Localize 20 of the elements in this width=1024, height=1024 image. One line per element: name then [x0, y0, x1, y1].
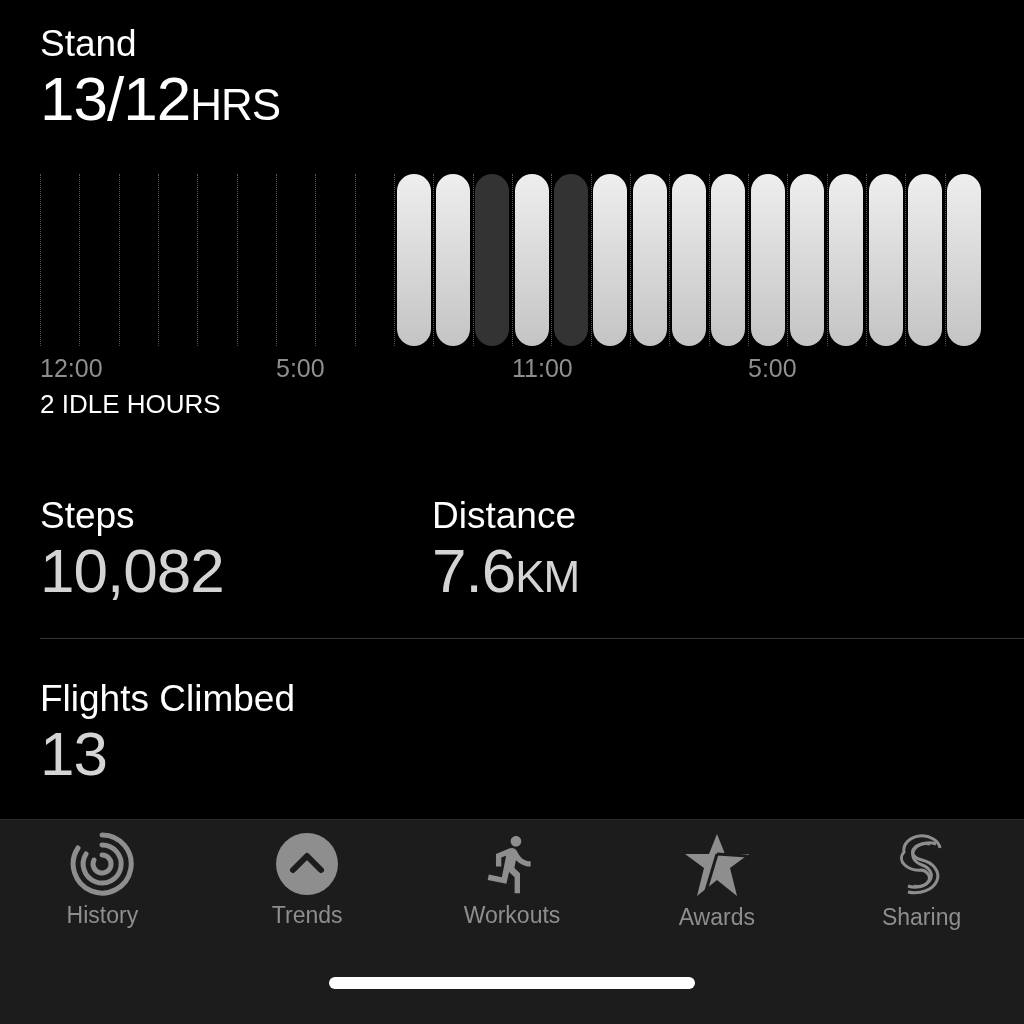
- flights-title: Flights Climbed: [40, 677, 296, 721]
- tab-bar-item[interactable]: Trends: [227, 832, 388, 931]
- tab-bar-item[interactable]: Workouts: [432, 832, 592, 931]
- idle-hours-note: 2 IDLE HOURS: [40, 389, 222, 420]
- time-label: 11:00: [512, 354, 573, 383]
- metric-title: Distance: [432, 494, 577, 538]
- chevron-up-icon: [275, 832, 340, 896]
- time-label: 5:00: [748, 354, 797, 383]
- stand-title: Stand: [40, 22, 138, 66]
- metric-value: 10,082: [40, 538, 225, 604]
- metric-title: Steps: [40, 494, 136, 538]
- tab-bar-item[interactable]: Awards: [636, 832, 797, 931]
- flights-value: 13: [40, 721, 108, 787]
- metric-value: 7.6KM: [432, 538, 581, 607]
- time-label: 12:00: [40, 354, 103, 383]
- tab-bar-item[interactable]: History: [22, 832, 183, 931]
- rings-icon: [70, 832, 135, 896]
- stand-value: 13/12HRS: [40, 66, 282, 135]
- tab-bar-item[interactable]: Sharing: [841, 832, 1002, 931]
- time-label: 5:00: [276, 354, 325, 383]
